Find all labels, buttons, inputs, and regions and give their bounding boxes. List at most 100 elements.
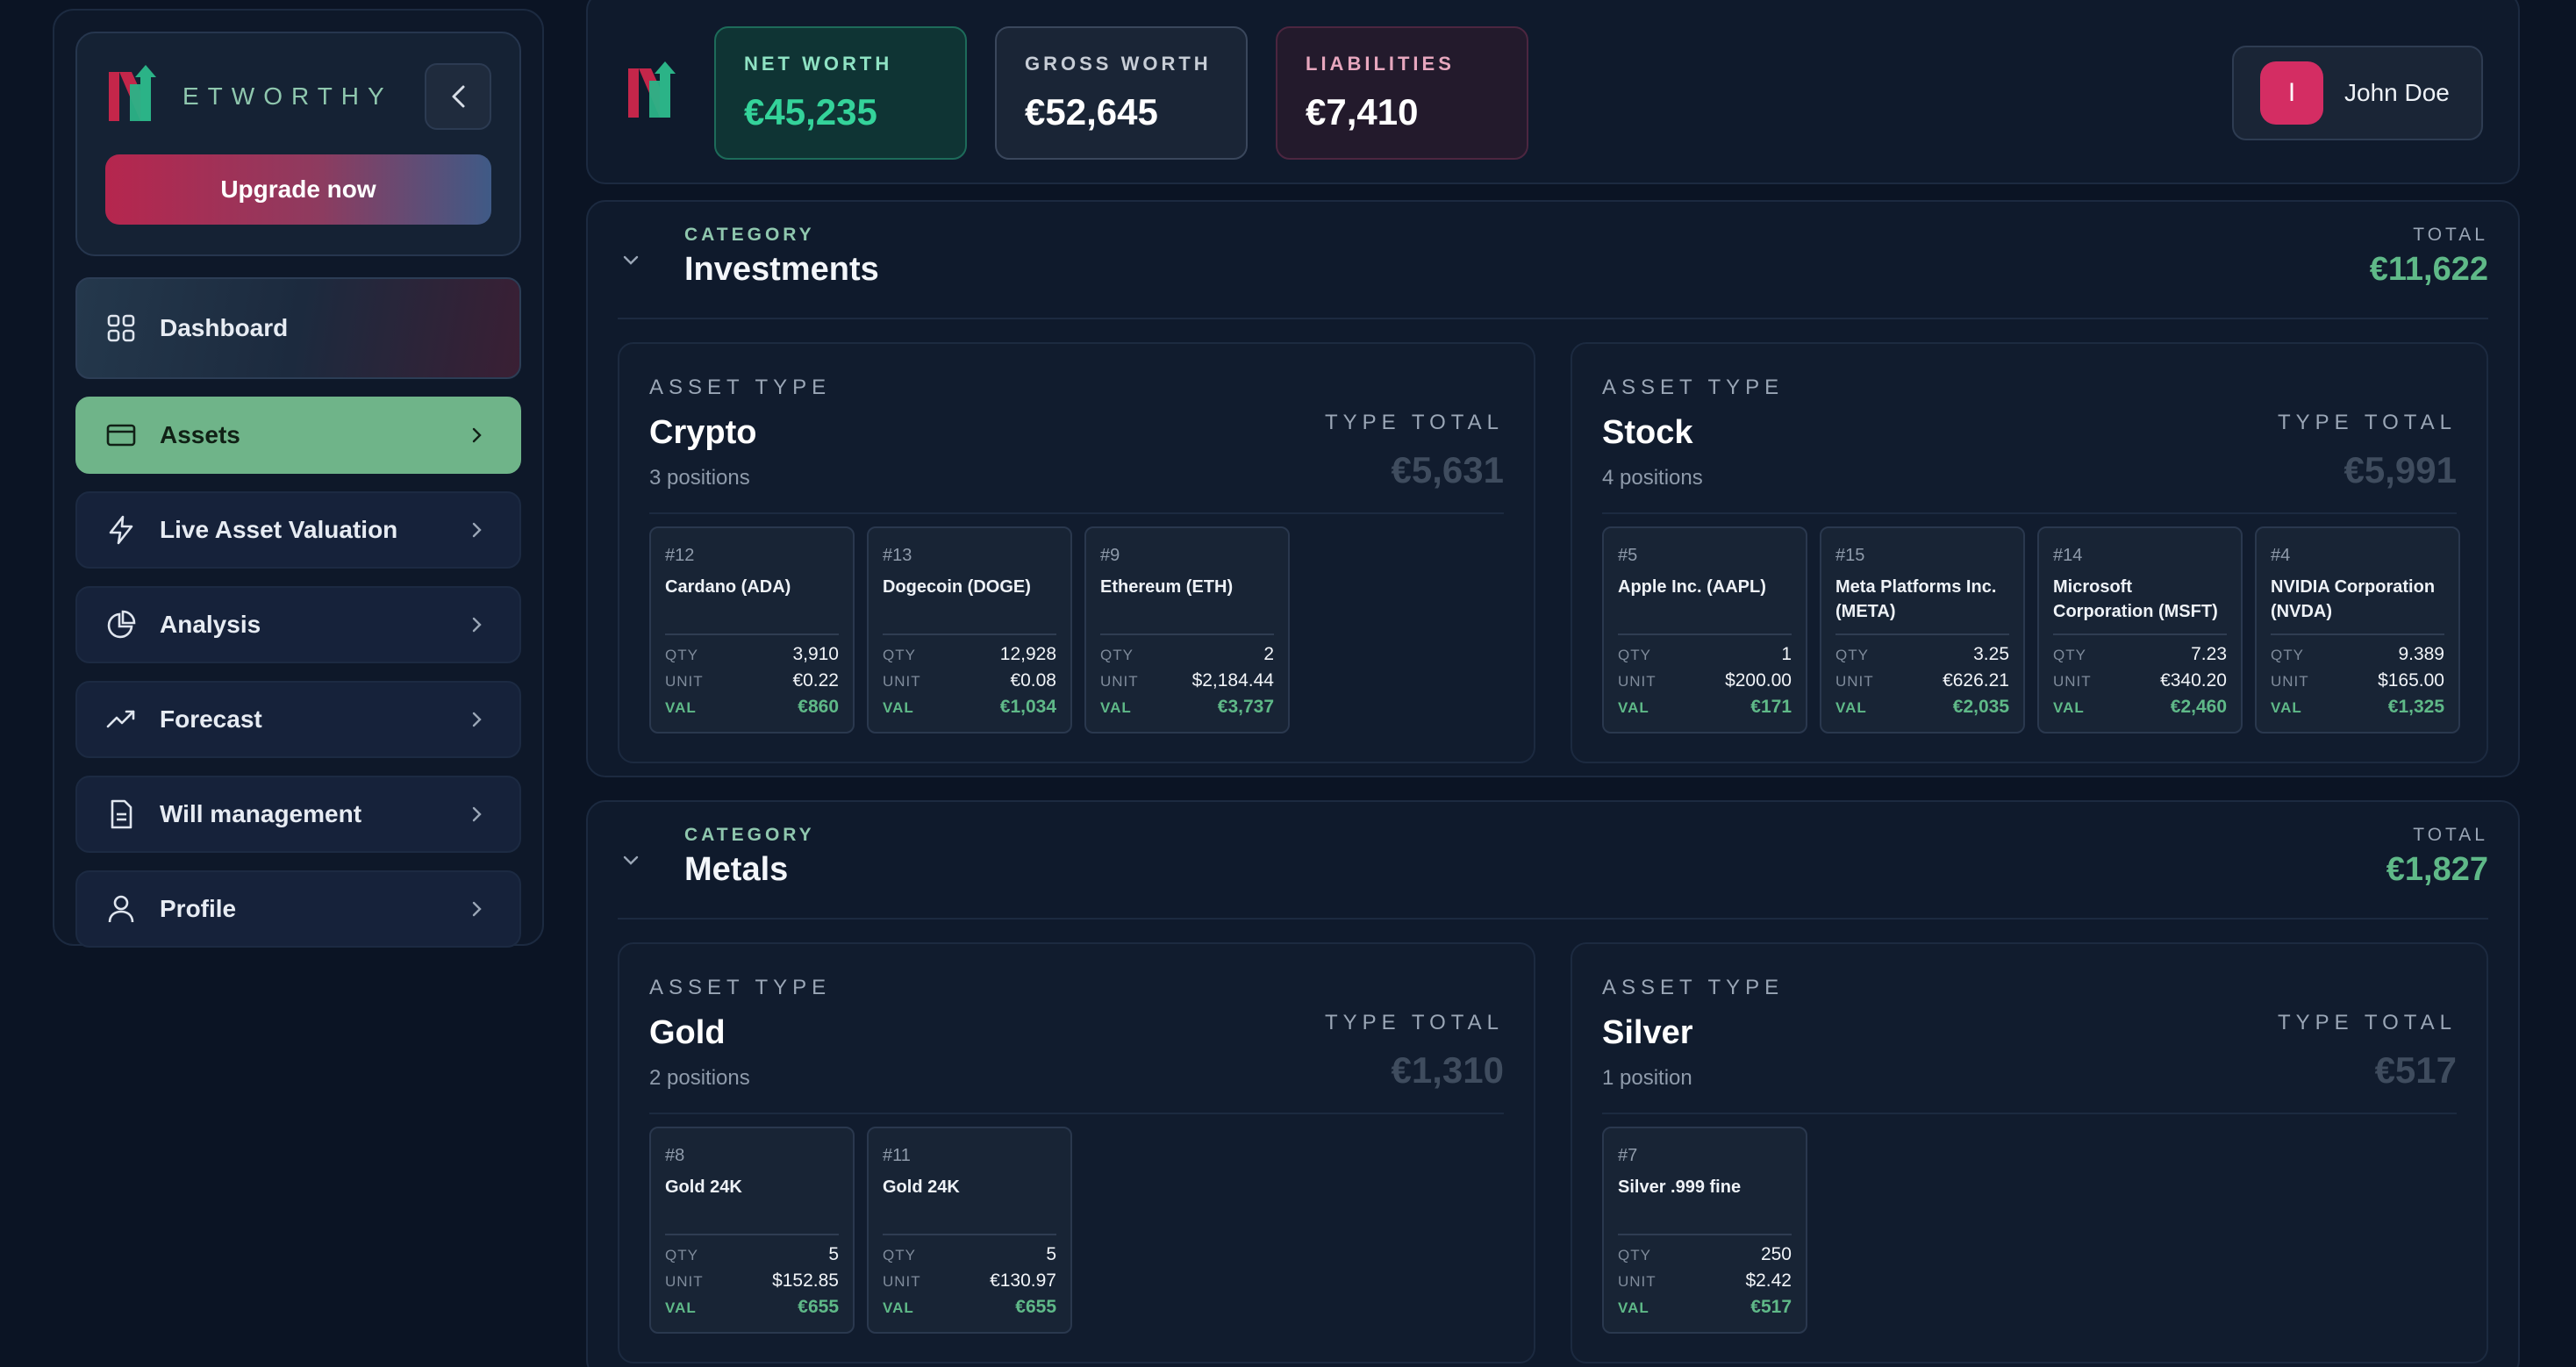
position-card[interactable]: #15 Meta Platforms Inc. (META) QTY 3.25 U… xyxy=(1820,526,2025,734)
position-count: 1 position xyxy=(1602,1066,1692,1090)
document-icon xyxy=(105,798,137,830)
main-nav: Dashboard Assets Live Asset Valuation An… xyxy=(75,277,521,948)
type-total-label: TYPE TOTAL xyxy=(2277,411,2457,434)
val-value: €860 xyxy=(798,697,839,717)
category-header[interactable]: CATEGORY Metals TOTAL €1,827 xyxy=(618,802,2488,920)
val-value: €655 xyxy=(1015,1297,1056,1317)
net-worth-card: NET WORTH €45,235 xyxy=(714,26,967,160)
type-total: €5,631 xyxy=(1391,449,1504,490)
collapse-sidebar-button[interactable] xyxy=(425,63,491,130)
val-value: €517 xyxy=(1750,1297,1792,1317)
position-card[interactable]: #13 Dogecoin (DOGE) QTY 12,928 UNIT €0.08 … xyxy=(867,526,1072,734)
divider xyxy=(1100,633,1274,635)
position-id: #8 xyxy=(665,1146,685,1165)
unit-value: $2,184.44 xyxy=(1191,670,1274,691)
nav-label: Live Asset Valuation xyxy=(160,516,398,543)
position-card[interactable]: #9 Ethereum (ETH) QTY 2 UNIT $2,184.44 VAL… xyxy=(1084,526,1290,734)
net-worth-value: €45,235 xyxy=(744,91,877,132)
nav-label: Will management xyxy=(160,800,362,827)
position-card[interactable]: #8 Gold 24K QTY 5 UNIT $152.85 VAL €655 xyxy=(649,1127,855,1334)
qty-value: 2 xyxy=(1263,644,1274,664)
val-label: VAL xyxy=(2053,699,2085,716)
position-card[interactable]: #4 NVIDIA Corporation (NVDA) QTY 9.389 UN… xyxy=(2255,526,2460,734)
unit-label: UNIT xyxy=(1835,673,1874,690)
upgrade-button[interactable]: Upgrade now xyxy=(105,154,491,225)
qty-label: QTY xyxy=(883,1247,916,1263)
category-metals: CATEGORY Metals TOTAL €1,827 ASSET TYPE … xyxy=(586,800,2520,1367)
category-kicker: CATEGORY xyxy=(684,225,815,245)
nav-item-analysis[interactable]: Analysis xyxy=(75,586,521,663)
summary-bar: NET WORTH €45,235 GROSS WORTH €52,645 LI… xyxy=(586,0,2520,184)
position-name: Cardano (ADA) xyxy=(665,577,791,597)
net-worth-label: NET WORTH xyxy=(744,53,893,75)
divider xyxy=(2271,633,2444,635)
val-label: VAL xyxy=(1100,699,1132,716)
val-value: €171 xyxy=(1750,697,1792,717)
type-total-label: TYPE TOTAL xyxy=(2277,1011,2457,1034)
position-name: Dogecoin (DOGE) xyxy=(883,577,1031,597)
unit-label: UNIT xyxy=(1100,673,1139,690)
qty-value: 12,928 xyxy=(999,644,1056,664)
chevron-right-icon xyxy=(472,901,482,917)
position-name: Gold 24K xyxy=(883,1177,960,1197)
nav-item-live-asset-valuation[interactable]: Live Asset Valuation xyxy=(75,491,521,569)
unit-value: €130.97 xyxy=(990,1270,1056,1291)
divider xyxy=(649,1113,1504,1114)
val-value: €2,460 xyxy=(2170,697,2227,717)
divider xyxy=(1618,1234,1792,1235)
type-total: €517 xyxy=(2374,1049,2457,1091)
position-card[interactable]: #7 Silver .999 fine QTY 250 UNIT $2.42 VAL… xyxy=(1602,1127,1807,1334)
category-total: €1,827 xyxy=(2386,851,2488,888)
nav-item-profile[interactable]: Profile xyxy=(75,870,521,948)
grid-icon xyxy=(105,312,137,344)
chevron-right-icon xyxy=(472,522,482,538)
category-total-label: TOTAL xyxy=(2413,225,2488,245)
qty-value: 3,910 xyxy=(792,644,839,664)
val-label: VAL xyxy=(665,699,697,716)
position-card[interactable]: #14 Microsoft Corporation (MSFT) QTY 7.23… xyxy=(2037,526,2243,734)
nav-label: Forecast xyxy=(160,705,262,733)
logo-icon[interactable] xyxy=(625,61,691,125)
position-name: Apple Inc. (AAPL) xyxy=(1618,577,1766,597)
chevron-down-icon[interactable] xyxy=(621,254,640,267)
qty-label: QTY xyxy=(1835,647,1869,663)
unit-value: €0.22 xyxy=(792,670,839,691)
asset-type-kicker: ASSET TYPE xyxy=(1602,376,1785,399)
qty-value: 7.23 xyxy=(2191,644,2227,664)
position-id: #13 xyxy=(883,546,912,565)
nav-item-forecast[interactable]: Forecast xyxy=(75,681,521,758)
unit-label: UNIT xyxy=(2271,673,2309,690)
unit-value: $2.42 xyxy=(1745,1270,1792,1291)
nav-item-dashboard[interactable]: Dashboard xyxy=(75,277,521,379)
nav-label: Analysis xyxy=(160,611,261,638)
val-label: VAL xyxy=(1835,699,1867,716)
chevron-right-icon xyxy=(472,427,482,443)
qty-value: 5 xyxy=(1046,1244,1056,1264)
user-menu-button[interactable]: I John Doe xyxy=(2232,46,2483,140)
unit-value: $165.00 xyxy=(2378,670,2444,691)
position-card[interactable]: #11 Gold 24K QTY 5 UNIT €130.97 VAL €655 xyxy=(867,1127,1072,1334)
nav-item-will-management[interactable]: Will management xyxy=(75,776,521,853)
qty-label: QTY xyxy=(1618,1247,1651,1263)
chevron-left-icon xyxy=(452,85,465,108)
divider xyxy=(1602,1113,2457,1114)
position-name: Silver .999 fine xyxy=(1618,1177,1742,1197)
divider xyxy=(649,512,1504,514)
chevron-down-icon[interactable] xyxy=(621,855,640,867)
val-label: VAL xyxy=(1618,699,1649,716)
category-header[interactable]: CATEGORY Investments TOTAL €11,622 xyxy=(618,202,2488,319)
qty-label: QTY xyxy=(883,647,916,663)
position-name: Gold 24K xyxy=(665,1177,742,1197)
qty-label: QTY xyxy=(2053,647,2086,663)
category-total: €11,622 xyxy=(2369,251,2488,288)
position-card[interactable]: #5 Apple Inc. (AAPL) QTY 1 UNIT $200.00 VA… xyxy=(1602,526,1807,734)
unit-label: UNIT xyxy=(665,1273,704,1290)
divider xyxy=(665,1234,839,1235)
card-icon xyxy=(105,419,137,451)
nav-item-assets[interactable]: Assets xyxy=(75,397,521,474)
unit-value: €626.21 xyxy=(1943,670,2009,691)
position-id: #11 xyxy=(883,1146,911,1165)
position-card[interactable]: #12 Cardano (ADA) QTY 3,910 UNIT €0.22 VAL… xyxy=(649,526,855,734)
pie-chart-icon xyxy=(105,609,137,641)
position-count: 3 positions xyxy=(649,466,750,490)
